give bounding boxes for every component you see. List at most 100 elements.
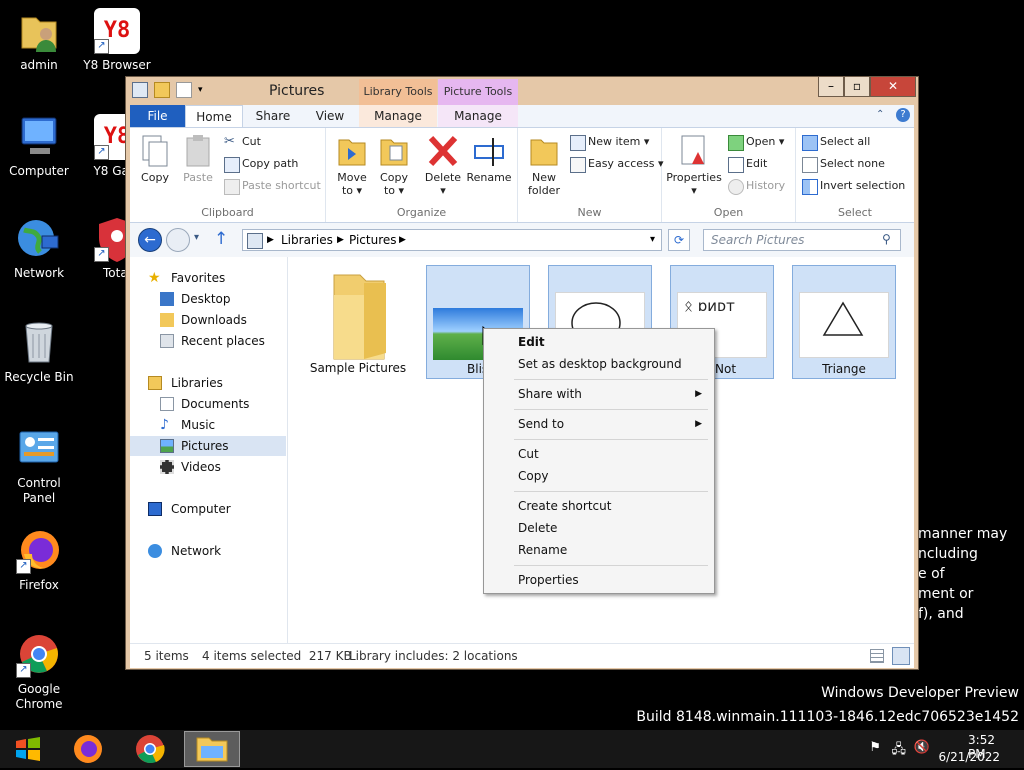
- menu-item-delete[interactable]: Delete: [486, 517, 712, 539]
- chevron-down-icon[interactable]: ▾: [198, 83, 206, 97]
- file-item-triange[interactable]: Triange: [792, 265, 896, 379]
- nav-item-libraries[interactable]: Libraries: [130, 373, 286, 393]
- menu-item-create-shortcut[interactable]: Create shortcut: [486, 495, 712, 517]
- menu-item-set-desktop-background[interactable]: Set as desktop background: [486, 353, 712, 375]
- nav-item-music[interactable]: ♪ Music: [130, 415, 286, 435]
- open-button[interactable]: Open ▾: [728, 132, 784, 152]
- window-menu-icon[interactable]: [132, 82, 148, 98]
- desktop-icon-firefox[interactable]: ↗ Firefox: [0, 528, 78, 593]
- invert-selection-label: Invert selection: [820, 179, 906, 192]
- cut-button[interactable]: ✂ Cut: [224, 132, 261, 152]
- properties-button[interactable]: Properties ▾: [666, 134, 722, 197]
- tab-view[interactable]: View: [306, 105, 354, 127]
- breadcrumb-separator-icon[interactable]: ▶: [399, 230, 406, 250]
- desktop-icon-computer[interactable]: Computer: [0, 114, 78, 179]
- minimize-button[interactable]: –: [818, 77, 844, 97]
- easy-access-button[interactable]: Easy access ▾: [570, 154, 664, 174]
- properties-dropdown-icon[interactable]: ▾: [666, 184, 722, 197]
- delete-dropdown-icon[interactable]: ▾: [422, 184, 464, 197]
- music-note-icon: ♪: [160, 417, 169, 433]
- menu-item-copy[interactable]: Copy: [486, 465, 712, 487]
- paste-button[interactable]: Paste: [178, 134, 218, 184]
- new-item-button[interactable]: New item ▾: [570, 132, 649, 152]
- maximize-button[interactable]: ▫: [844, 77, 870, 97]
- menu-item-properties[interactable]: Properties: [486, 569, 712, 591]
- nav-item-documents[interactable]: Documents: [130, 394, 286, 414]
- nav-item-downloads[interactable]: Downloads: [130, 310, 286, 330]
- delete-button[interactable]: Delete ▾: [422, 134, 464, 197]
- large-icons-view-icon[interactable]: [892, 647, 910, 665]
- tab-share[interactable]: Share: [248, 105, 298, 127]
- paste-shortcut-button[interactable]: Paste shortcut: [224, 176, 321, 196]
- search-icon[interactable]: ⚲: [882, 232, 891, 246]
- flag-icon[interactable]: ⚑: [869, 740, 881, 755]
- select-none-button[interactable]: Select none: [802, 154, 885, 174]
- address-bar[interactable]: ▶ Libraries ▶ Pictures ▶ ▾: [242, 229, 662, 251]
- desktop-icon-admin[interactable]: admin: [0, 8, 78, 73]
- details-view-icon[interactable]: [870, 649, 884, 663]
- tab-manage-picture[interactable]: Manage: [438, 105, 518, 127]
- start-button[interactable]: [0, 731, 56, 767]
- breadcrumb-libraries[interactable]: Libraries: [281, 230, 333, 250]
- copy-path-button[interactable]: Copy path: [224, 154, 298, 174]
- properties-icon[interactable]: [176, 82, 192, 98]
- select-all-button[interactable]: Select all: [802, 132, 870, 152]
- address-dropdown-icon[interactable]: ▾: [650, 230, 655, 250]
- menu-item-send-to[interactable]: Send to ▶: [486, 413, 712, 435]
- nav-item-network[interactable]: Network: [130, 541, 286, 561]
- nav-item-favorites[interactable]: ★ Favorites: [130, 268, 286, 288]
- tab-home[interactable]: Home: [185, 105, 243, 127]
- help-icon[interactable]: ?: [896, 108, 910, 122]
- desktop-icon-control-panel[interactable]: Control Panel: [0, 426, 78, 506]
- search-input[interactable]: Search Pictures: [703, 229, 901, 251]
- breadcrumb-pictures[interactable]: Pictures: [349, 230, 397, 250]
- new-folder-button[interactable]: New folder: [522, 134, 566, 197]
- title-bar[interactable]: ▾ Pictures Library Tools Picture Tools –…: [126, 77, 918, 105]
- edit-button[interactable]: Edit: [728, 154, 767, 174]
- menu-item-cut[interactable]: Cut: [486, 443, 712, 465]
- breadcrumb-separator-icon[interactable]: ▶: [337, 230, 344, 250]
- clock-date[interactable]: 6/21/2022: [938, 750, 1000, 764]
- desktop-icon-network[interactable]: Network: [0, 216, 78, 281]
- close-button[interactable]: ✕: [870, 77, 916, 97]
- taskbar-chrome[interactable]: [122, 731, 178, 767]
- move-to-button[interactable]: Move to ▾: [332, 134, 372, 197]
- desktop-icon-y8-browser[interactable]: Y8 ↗ Y8 Browser: [78, 8, 156, 73]
- tab-file[interactable]: File: [130, 105, 185, 127]
- file-item-sample-pictures[interactable]: Sample Pictures: [306, 265, 410, 379]
- delete-label: Delete: [424, 171, 462, 184]
- nav-item-videos[interactable]: Videos: [130, 457, 286, 477]
- forward-button[interactable]: [166, 228, 190, 252]
- libraries-icon: [148, 376, 162, 390]
- breadcrumb-separator-icon[interactable]: ▶: [267, 230, 274, 250]
- network-status-icon[interactable]: 🖧: [892, 740, 907, 762]
- desktop-icon-recycle-bin[interactable]: Recycle Bin: [0, 320, 78, 385]
- back-button[interactable]: ←: [138, 228, 162, 252]
- history-label: History: [746, 179, 786, 192]
- taskbar-explorer[interactable]: [184, 731, 240, 767]
- recent-locations-chevron-icon[interactable]: ▾: [194, 232, 199, 243]
- tab-manage-library[interactable]: Manage: [359, 105, 437, 127]
- up-arrow-icon[interactable]: ↑: [214, 229, 228, 249]
- nav-item-pictures[interactable]: Pictures: [130, 436, 286, 456]
- history-button[interactable]: History: [728, 176, 785, 196]
- desktop-icon-google-chrome[interactable]: ↗ Google Chrome: [0, 632, 78, 712]
- refresh-button[interactable]: ⟳: [668, 229, 690, 251]
- minimize-ribbon-icon[interactable]: ⌃: [876, 109, 884, 120]
- move-to-icon: [336, 134, 368, 168]
- copy-to-button[interactable]: Copy to ▾: [374, 134, 414, 197]
- ribbon-group-organize: Move to ▾ Copy to ▾ Delete ▾ Rename Orga…: [326, 128, 518, 222]
- invert-selection-button[interactable]: Invert selection: [802, 176, 905, 196]
- nav-item-desktop[interactable]: Desktop: [130, 289, 286, 309]
- copy-button[interactable]: Copy: [136, 134, 174, 184]
- triangle-thumbnail: [799, 292, 889, 358]
- folder-icon[interactable]: [154, 82, 170, 98]
- nav-item-computer[interactable]: Computer: [130, 499, 286, 519]
- menu-item-edit[interactable]: Edit: [486, 331, 712, 353]
- taskbar-firefox[interactable]: [60, 731, 116, 767]
- nav-item-recent-places[interactable]: Recent places: [130, 331, 286, 351]
- menu-item-rename[interactable]: Rename: [486, 539, 712, 561]
- rename-button[interactable]: Rename: [466, 134, 512, 184]
- volume-muted-icon[interactable]: 🔇: [914, 740, 930, 755]
- menu-item-share-with[interactable]: Share with ▶: [486, 383, 712, 405]
